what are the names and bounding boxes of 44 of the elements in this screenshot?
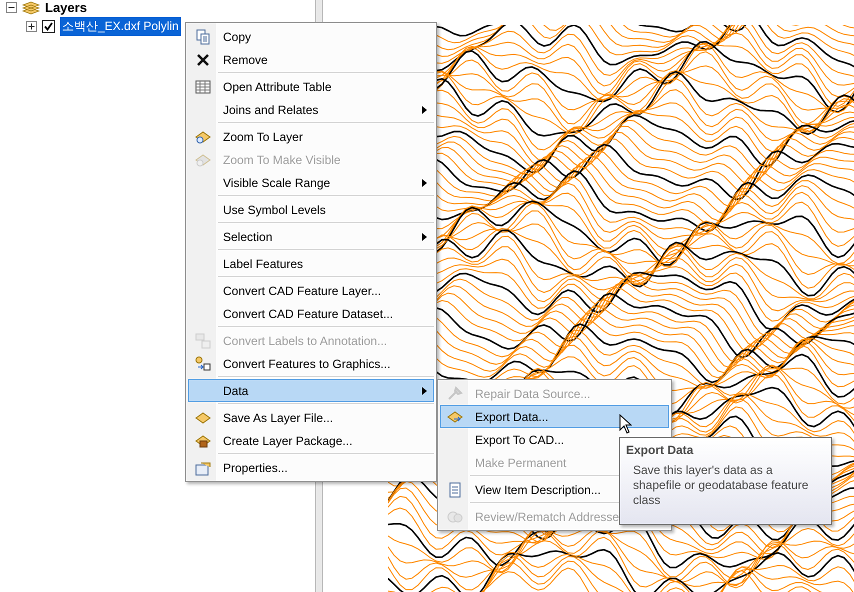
document-icon <box>447 482 463 498</box>
tooltip-title: Export Data <box>626 443 694 457</box>
menu-item[interactable]: Zoom To Layer <box>188 125 434 148</box>
menu-item[interactable]: Copy <box>188 25 434 48</box>
zoom-layer-icon <box>195 152 211 168</box>
submenu-arrow-icon <box>422 386 427 394</box>
layer-file-icon <box>195 410 211 426</box>
menu-item[interactable]: Convert Features to Graphics... <box>188 352 434 375</box>
menu-item[interactable]: Remove <box>188 48 434 71</box>
menu-item[interactable]: Convert CAD Feature Layer... <box>188 279 434 302</box>
menu-item[interactable]: Data <box>188 379 434 402</box>
annotation-icon <box>195 332 211 348</box>
submenu-arrow-icon <box>422 232 427 240</box>
menu-item[interactable]: Properties... <box>188 456 434 479</box>
properties-icon <box>195 460 211 476</box>
menu-item[interactable]: Create Layer Package... <box>188 429 434 452</box>
collapse-toggle[interactable] <box>6 2 17 13</box>
table-icon <box>195 78 211 94</box>
copy-icon <box>195 28 211 44</box>
layer-name[interactable]: 소백산_EX.dxf Polylin <box>60 17 181 36</box>
repair-icon <box>447 386 463 402</box>
menu-item[interactable]: Convert CAD Feature Dataset... <box>188 302 434 325</box>
export-icon <box>447 408 463 424</box>
package-icon <box>195 432 211 448</box>
submenu-arrow-icon <box>422 106 427 114</box>
layer-checkbox[interactable] <box>42 20 55 33</box>
close-icon <box>195 52 211 68</box>
expand-toggle[interactable] <box>26 21 37 32</box>
layers-icon <box>22 0 40 14</box>
cursor-icon <box>619 414 632 434</box>
menu-item[interactable]: Open Attribute Table <box>188 75 434 98</box>
menu-item[interactable]: Save As Layer File... <box>188 406 434 429</box>
menu-item[interactable]: Visible Scale Range <box>188 171 434 194</box>
menu-item[interactable]: Selection <box>188 225 434 248</box>
menu-item[interactable]: Label Features <box>188 252 434 275</box>
tooltip-text: Save this layer's data as a shapefile or geodatabase feature class <box>633 463 810 508</box>
menu-item[interactable]: Use Symbol Levels <box>188 198 434 221</box>
menu-item[interactable]: Export Data... <box>440 405 669 428</box>
submenu-arrow-icon <box>422 178 427 186</box>
graphics-icon <box>195 356 211 372</box>
menu-item[interactable]: Joins and Relates <box>188 98 434 121</box>
rematch-icon <box>447 508 463 524</box>
zoom-layer-icon <box>195 128 211 144</box>
layers-label: Layers <box>45 0 87 15</box>
